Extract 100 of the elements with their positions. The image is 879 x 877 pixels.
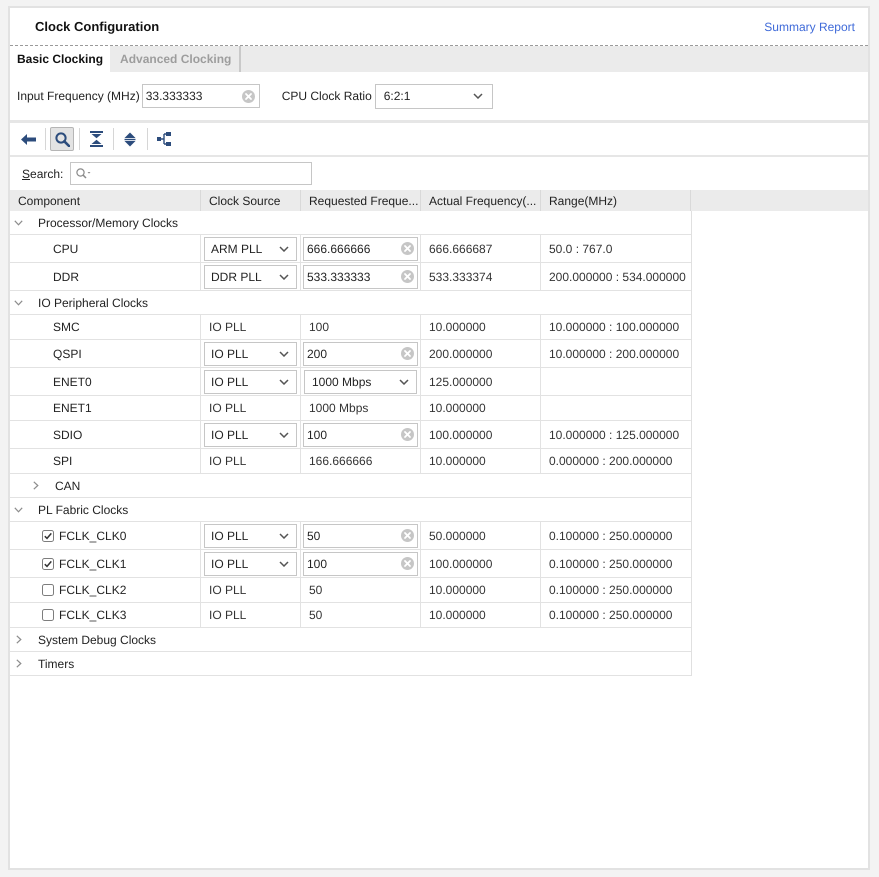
clear-icon[interactable] (401, 347, 414, 360)
table-cell: 666.666687 (421, 235, 541, 262)
clear-icon[interactable] (242, 90, 255, 102)
clock-source-dropdown[interactable]: ARM PLL (204, 236, 297, 260)
component-label: FCLK_CLK3 (59, 607, 126, 624)
table-cell: IO PLL (201, 315, 301, 339)
frequency-field[interactable]: 200 (303, 342, 418, 366)
chevron-down-icon[interactable] (14, 220, 23, 226)
table-cell: 10.000000 (421, 449, 541, 473)
clock-source-dropdown[interactable]: IO PLL (204, 342, 297, 366)
chevron-down-icon (472, 93, 483, 99)
table-cell: 10.000000 (421, 578, 541, 602)
chevron-down-icon[interactable] (14, 506, 23, 512)
column-header[interactable]: Range(MHz) (541, 190, 691, 211)
table-cell: 100.000000 (421, 550, 541, 577)
clock-source-dropdown[interactable]: IO PLL (204, 552, 297, 576)
checkbox[interactable] (42, 584, 54, 596)
checkbox[interactable] (42, 558, 54, 570)
frequency-field[interactable]: 100 (303, 422, 418, 446)
component-label: QSPI (53, 346, 82, 362)
summary-report-link[interactable]: Summary Report (764, 18, 855, 36)
column-header[interactable]: Component (10, 190, 201, 211)
frequency-field[interactable]: 533.333333 (303, 264, 418, 288)
clock-source-dropdown[interactable]: DDR PLL (204, 264, 297, 288)
table-cell: IO PLL (201, 578, 301, 602)
window-title: Clock Configuration (35, 18, 160, 36)
component-label: SDIO (53, 426, 82, 444)
chevron-down-icon (279, 378, 289, 384)
table-cell: 50.000000 (421, 522, 541, 549)
column-header[interactable]: Clock Source (201, 190, 301, 211)
chevron-down-icon (279, 350, 289, 356)
group-label: PL Fabric Clocks (38, 502, 128, 518)
checkbox[interactable] (42, 530, 54, 542)
frequency-field[interactable]: 666.666666 (303, 236, 418, 260)
group-label: Timers (38, 656, 74, 672)
table-cell-text: 0.100000 : 250.000000 (548, 607, 674, 624)
input-frequency-label: Input Frequency (MHz) (17, 88, 140, 105)
table-cell-text: 0.100000 : 250.000000 (548, 582, 674, 599)
clock-source-dropdown[interactable]: IO PLL (204, 370, 297, 394)
group-label: Processor/Memory Clocks (38, 214, 178, 232)
clear-icon[interactable] (401, 242, 414, 255)
component-label: SPI (53, 453, 72, 470)
collapse-all-icon (90, 131, 102, 147)
table-cell-text: 10.000000 : 200.000000 (548, 346, 680, 362)
group-label: IO Peripheral Clocks (38, 294, 148, 312)
column-header[interactable]: Actual Frequency(... (421, 190, 541, 211)
table-cell: 10.000000 (421, 315, 541, 339)
clear-icon[interactable] (401, 428, 414, 441)
table-cell-text: 0.100000 : 250.000000 (548, 528, 674, 544)
table-cell: 100 (301, 315, 421, 339)
group-label: System Debug Clocks (38, 632, 156, 648)
table-cell-text: 10.000000 : 125.000000 (548, 426, 680, 444)
chevron-right-icon[interactable] (33, 481, 39, 490)
clock-source-dropdown[interactable]: IO PLL (204, 524, 297, 548)
table-cell-text: 0.100000 : 250.000000 (548, 556, 674, 572)
table-cell: 10.000000 (421, 603, 541, 627)
checkbox[interactable] (42, 609, 54, 621)
chevron-down-icon (279, 560, 289, 566)
cpu-clock-ratio-dropdown[interactable]: 6:2:1 (374, 84, 493, 108)
table-cell: IO PLL (201, 449, 301, 473)
input-frequency-field[interactable]: 33.333333 (142, 84, 260, 108)
table-cell-text: 50.0 : 767.0 (548, 240, 614, 258)
component-label: FCLK_CLK0 (59, 528, 126, 544)
search-field[interactable] (70, 162, 312, 185)
search-toggle-button[interactable] (50, 127, 74, 151)
component-label: SMC (53, 319, 80, 336)
component-label: DDR (53, 268, 79, 286)
chevron-down-icon (279, 532, 289, 538)
chevron-down-icon[interactable] (14, 300, 23, 306)
clock-source-dropdown[interactable]: IO PLL (204, 422, 297, 446)
table-cell: 533.333374 (421, 263, 541, 290)
chevron-down-icon (279, 274, 289, 280)
chevron-right-icon[interactable] (16, 635, 22, 644)
component-label: FCLK_CLK1 (59, 556, 126, 572)
table-cell: IO PLL (201, 396, 301, 420)
frequency-field[interactable]: 50 (303, 524, 418, 548)
table-cell: 10.000000 (421, 396, 541, 420)
table-cell: 100.000000 (421, 421, 541, 448)
component-label: FCLK_CLK2 (59, 582, 126, 599)
chevron-down-icon (279, 432, 289, 438)
table-cell: 50 (301, 578, 421, 602)
chevron-down-icon (279, 246, 289, 252)
search-icon (54, 132, 70, 146)
chevron-down-icon (399, 378, 409, 384)
table-cell-text: 200.000000 : 534.000000 (548, 268, 687, 286)
clear-icon[interactable] (401, 529, 414, 542)
tab[interactable]: Basic Clocking (10, 46, 110, 72)
column-header[interactable]: Requested Freque... (301, 190, 421, 211)
chevron-right-icon[interactable] (16, 659, 22, 668)
table-cell: 1000 Mbps (301, 396, 421, 420)
search-dropdown-icon[interactable] (76, 168, 92, 179)
search-label: Search: (22, 166, 64, 182)
clear-icon[interactable] (401, 270, 414, 283)
component-label: ENET1 (53, 400, 92, 417)
frequency-dropdown[interactable]: 1000 Mbps (304, 370, 417, 394)
clear-icon[interactable] (401, 557, 414, 570)
table-cell: 125.000000 (421, 368, 541, 395)
table-cell-text: 10.000000 : 100.000000 (548, 319, 680, 336)
frequency-field[interactable]: 100 (303, 552, 418, 576)
table-cell: IO PLL (201, 603, 301, 627)
